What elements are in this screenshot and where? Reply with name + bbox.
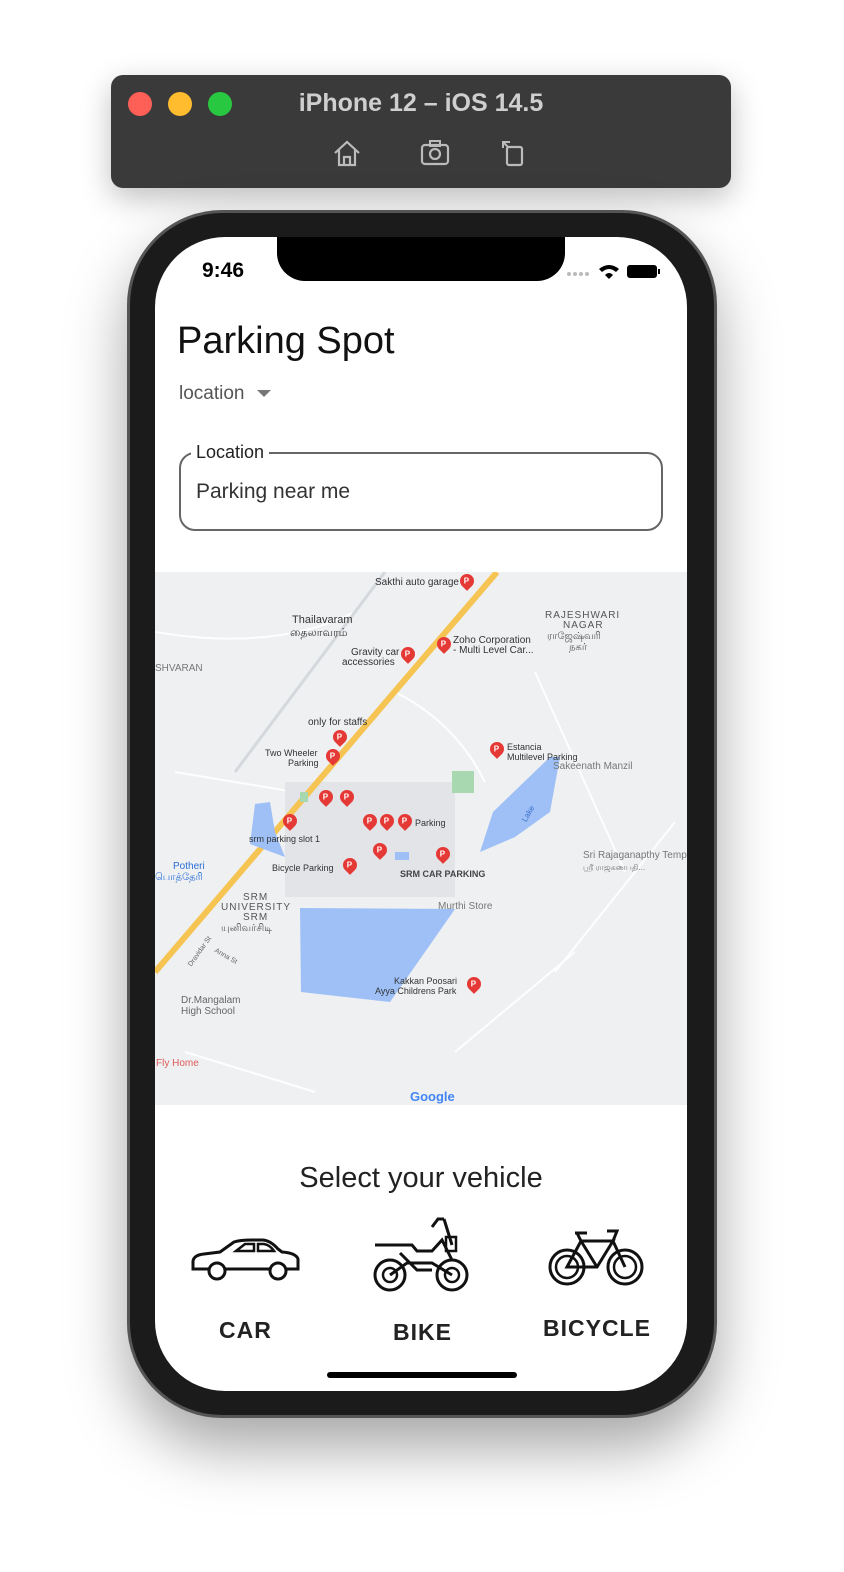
map-view[interactable]: Sakthi auto garage Thailavaram தைலாவரம் …	[155, 572, 687, 1105]
map-label: Two Wheeler	[265, 748, 318, 758]
vehicle-label: CAR	[219, 1317, 272, 1343]
status-icons	[567, 265, 660, 279]
map-label: Thailavaram	[292, 614, 353, 626]
vehicle-label: BIKE	[393, 1319, 452, 1345]
map-label: High School	[181, 1006, 235, 1017]
minimize-button[interactable]	[168, 92, 192, 116]
map-label: யுனிவர்சிடி	[221, 923, 273, 934]
map-label: - Multi Level Car...	[453, 645, 534, 656]
location-input-label: Location	[191, 442, 270, 463]
map-label: srm parking slot 1	[249, 834, 321, 844]
map-label: only for staffs	[308, 717, 368, 728]
map-label: Parking	[415, 818, 446, 828]
car-icon	[191, 1238, 300, 1281]
map-label: Potheri	[173, 861, 205, 872]
signal-icon	[567, 272, 589, 276]
vehicle-label: BICYCLE	[543, 1315, 651, 1341]
page-title: Parking Spot	[177, 320, 395, 362]
dropdown-value: location	[179, 383, 245, 404]
map-label: Estancia	[507, 742, 542, 752]
map-label: SRM	[243, 912, 269, 923]
zoom-button[interactable]	[208, 92, 232, 116]
battery-icon	[627, 265, 657, 278]
map-label: நகர்	[569, 642, 588, 653]
home-icon[interactable]	[331, 138, 363, 168]
screenshot-icon[interactable]	[419, 138, 451, 168]
location-input-value[interactable]: Parking near me	[196, 480, 350, 504]
google-logo: Google	[410, 1089, 455, 1104]
map-label: Sri Rajaganapthy Temp	[583, 850, 687, 861]
map-label: Bicycle Parking	[272, 863, 334, 873]
status-time: 9:46	[202, 259, 245, 282]
map-label: ராஜேஷ்வரி	[547, 631, 601, 642]
vehicle-heading: Select your vehicle	[299, 1162, 543, 1194]
map-shapes	[155, 572, 676, 1093]
map-label: Fly Home	[156, 1058, 199, 1069]
map-label: Ayya Childrens Park	[375, 986, 457, 996]
notch	[277, 237, 565, 281]
simulator-title-bar: iPhone 12 – iOS 14.5	[111, 75, 731, 188]
location-dropdown[interactable]: location	[179, 383, 271, 405]
map-label: Sakthi auto garage	[375, 577, 459, 588]
lake	[480, 757, 560, 852]
map-label: SRM CAR PARKING	[400, 869, 486, 879]
window-title: iPhone 12 – iOS 14.5	[298, 89, 544, 117]
map-label: Murthi Store	[438, 901, 493, 912]
map-label: accessories	[342, 657, 395, 668]
home-indicator[interactable]	[327, 1372, 517, 1378]
map-label: NAGAR	[563, 620, 604, 631]
map-label: Kakkan Poosari	[394, 976, 458, 986]
wifi-icon	[599, 265, 619, 279]
map-label: தைலாவரம்	[290, 627, 348, 639]
close-button[interactable]	[128, 92, 152, 116]
map-label: பொத்தேரி	[155, 872, 203, 883]
phone-screen: 9:46 Parking Spot location Location Park…	[155, 237, 687, 1391]
map-label: Parking	[288, 758, 319, 768]
map-label: Sakeenath Manzil	[553, 761, 633, 772]
map-label: SHVARAN	[155, 663, 203, 674]
motorbike-icon	[373, 1217, 469, 1292]
location-input[interactable]: Location Parking near me	[179, 442, 663, 531]
caret-down-icon	[256, 390, 271, 398]
bicycle-icon	[548, 1229, 644, 1286]
rotate-icon[interactable]	[498, 138, 530, 168]
map-label: Dr.Mangalam	[181, 995, 241, 1006]
map-label: ஸ்ரீ ராஜகணபதி...	[583, 863, 646, 872]
